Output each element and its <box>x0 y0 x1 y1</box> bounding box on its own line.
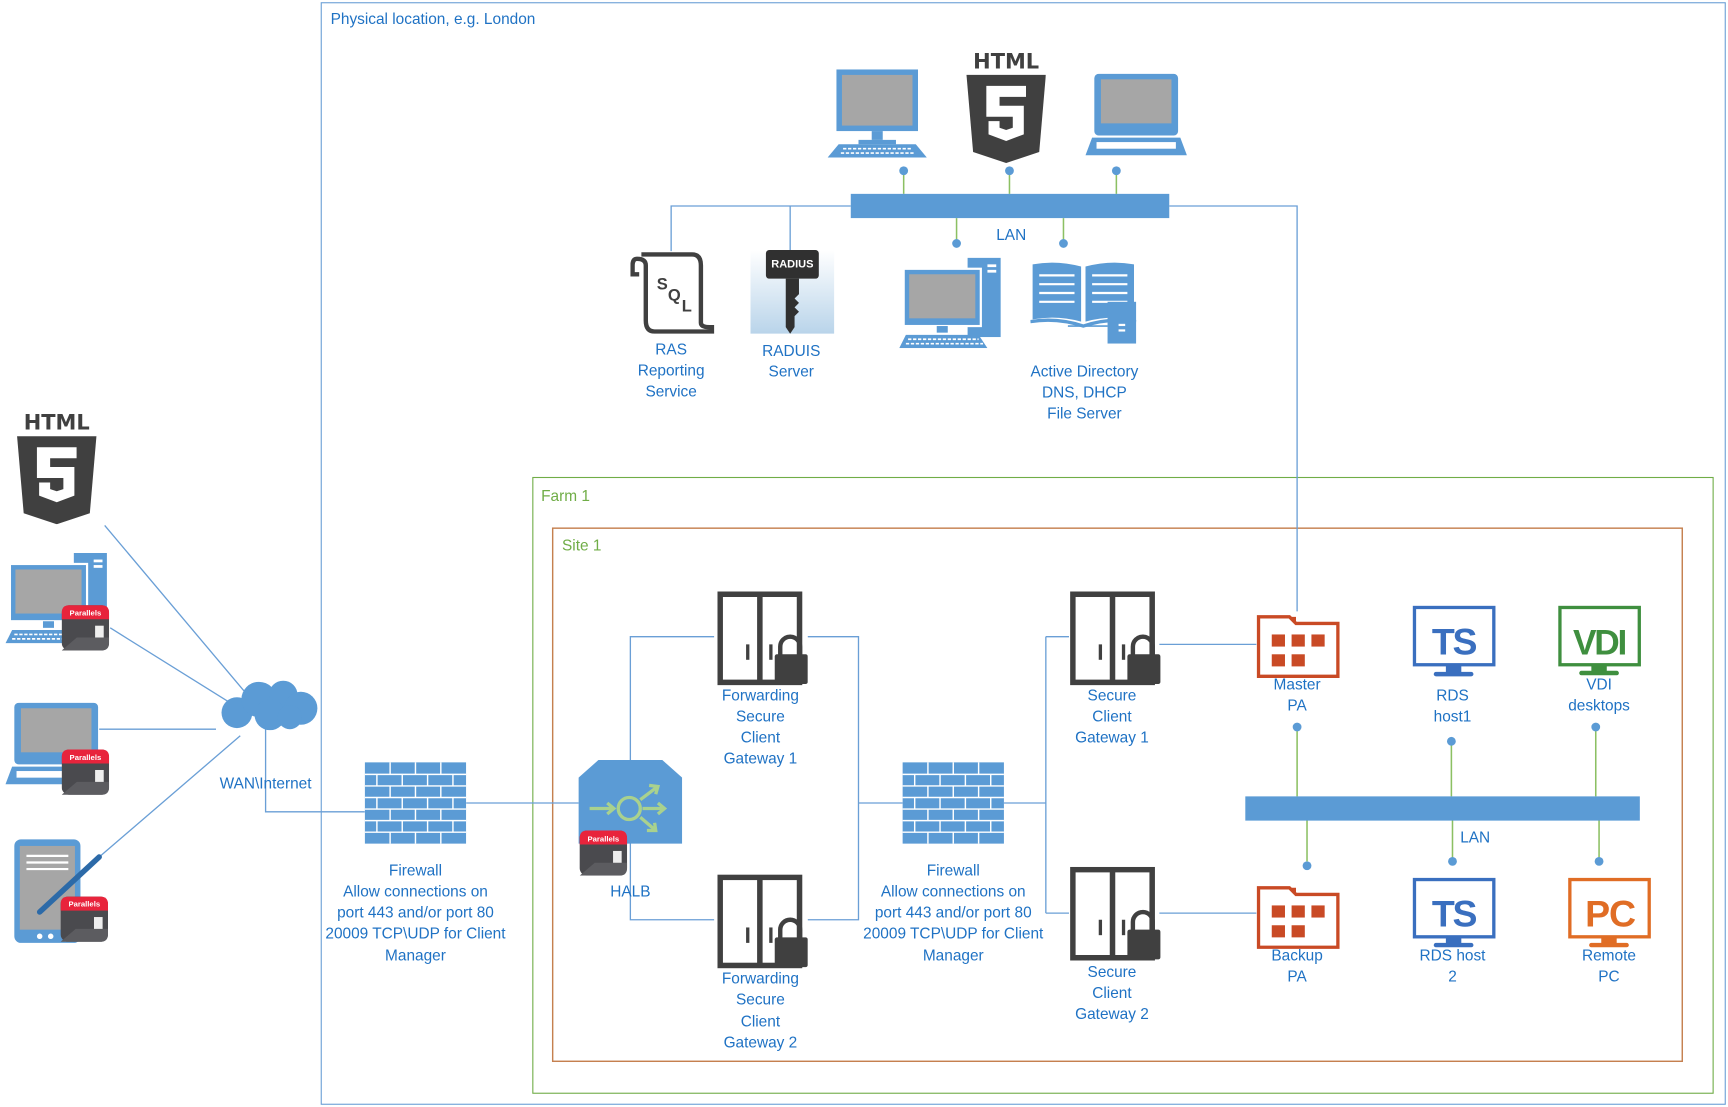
scg-1-label-line: Secure <box>1088 688 1137 705</box>
firewall-2-label-line: Allow connections on <box>881 884 1026 901</box>
ras-label-line: Reporting <box>638 363 705 380</box>
gateway-lock-icon <box>720 877 808 967</box>
firewall-icon <box>364 762 467 844</box>
site-label: Site 1 <box>562 538 601 555</box>
physical-location-label: Physical location, e.g. London <box>331 11 536 28</box>
scg-1-label-line: Client <box>1092 708 1132 725</box>
remote-pc-label-line: Remote <box>1582 948 1636 965</box>
rds-host-1-label-line: host1 <box>1434 708 1472 725</box>
scg-2-label-line: Client <box>1092 985 1132 1002</box>
fscg-1-label-line: Gateway 1 <box>724 750 798 767</box>
fscg-1-label-line: Forwarding <box>722 688 799 705</box>
rds-host-1-label-line: RDS <box>1436 688 1469 705</box>
desktop-tower-icon <box>899 257 1002 349</box>
parallels-badge-text: Parallels <box>68 900 100 909</box>
ts-badge: TS <box>1432 892 1477 934</box>
firewall-2-label-line: Manager <box>923 948 984 965</box>
rds-host-2-label-line: RDS host <box>1420 948 1487 965</box>
firewall-2-label-line: Firewall <box>927 863 980 880</box>
pc-monitor-icon: PC <box>1568 877 1651 948</box>
gateway-lock-icon <box>1073 869 1161 959</box>
firewall-icon <box>902 762 1004 844</box>
radius-label-line: RADUIS <box>762 343 820 360</box>
html5-icon <box>966 74 1046 164</box>
publishing-agent-folder-icon <box>1256 886 1340 949</box>
fscg-1-label-line: Secure <box>736 708 785 725</box>
desktop-monitor-icon <box>827 69 927 159</box>
farm-label: Farm 1 <box>541 488 590 505</box>
fscg-1-label-line: Client <box>741 729 781 746</box>
network-diagram: Physical location, e.g. London Farm 1 Si… <box>5 2 1726 1105</box>
fscg-2-label-line: Client <box>741 1014 781 1031</box>
scg-2-label-line: Secure <box>1088 964 1137 981</box>
laptop-icon <box>1085 73 1187 156</box>
firewall-2-label-line: port 443 and/or port 80 <box>875 905 1032 922</box>
lan-site-label: LAN <box>1460 830 1490 847</box>
vdi-label-line: desktops <box>1568 697 1630 714</box>
gateway-lock-icon <box>1073 594 1161 684</box>
radius-label-line: Server <box>769 364 814 381</box>
html5-client-icon <box>17 436 97 525</box>
pc-badge: PC <box>1585 892 1636 934</box>
ts-monitor-icon: TS <box>1412 605 1496 677</box>
parallels-badge-text: Parallels <box>70 609 102 618</box>
html5-client-badge-text: HTML <box>24 411 90 435</box>
scg-1-label-line: Gateway 1 <box>1075 729 1149 746</box>
gateway-lock-icon <box>720 594 808 684</box>
ad-label-line: File Server <box>1047 406 1122 423</box>
parallels-badge-text: Parallels <box>70 753 102 762</box>
firewall-1-label-line: Firewall <box>389 863 442 880</box>
halb-label: HALB <box>610 884 650 901</box>
vdi-monitor-icon: VDI <box>1558 605 1641 676</box>
ad-label-line: Active Directory <box>1030 364 1138 381</box>
lan-top-label: LAN <box>996 227 1026 244</box>
rds-host-2-label-line: 2 <box>1448 968 1457 985</box>
html5-badge-text: HTML <box>973 49 1039 73</box>
firewall-1-label-line: 20009 TCP\UDP for Client <box>325 925 506 942</box>
vdi-badge: VDI <box>1573 623 1626 662</box>
lan-bar-site <box>1245 796 1640 821</box>
wan-label: WAN\Internet <box>220 776 313 793</box>
radius-badge-text: RADIUS <box>771 259 813 271</box>
firewall-2-label-line: 20009 TCP\UDP for Client <box>863 925 1044 942</box>
firewall-1-label-line: Manager <box>385 948 446 965</box>
fscg-2-label-line: Forwarding <box>722 971 799 988</box>
fscg-2-label-line: Secure <box>736 992 785 1009</box>
ts-badge: TS <box>1432 620 1477 662</box>
ad-label-line: DNS, DHCP <box>1042 385 1127 402</box>
scg-2-label-line: Gateway 2 <box>1075 1006 1149 1023</box>
ts-monitor-icon: TS <box>1412 877 1496 948</box>
fscg-2-label-line: Gateway 2 <box>724 1035 798 1052</box>
backup-pa-label-line: PA <box>1287 968 1307 985</box>
backup-pa-label-line: Backup <box>1271 948 1322 965</box>
firewall-1-label-line: port 443 and/or port 80 <box>337 905 494 922</box>
parallels-badge-text: Parallels <box>588 835 620 844</box>
vdi-label-line: VDI <box>1586 677 1612 694</box>
remote-pc-label-line: PC <box>1598 968 1619 985</box>
lan-bar-top <box>850 193 1170 219</box>
firewall-1-label-line: Allow connections on <box>343 884 488 901</box>
master-pa-label-line: Master <box>1274 677 1321 694</box>
master-pa-label-line: PA <box>1287 697 1307 714</box>
ras-label-line: RAS <box>655 342 687 359</box>
publishing-agent-folder-icon <box>1256 615 1340 678</box>
ras-label-line: Service <box>645 384 696 401</box>
directory-book-icon <box>1030 260 1137 344</box>
cloud-icon <box>221 680 318 731</box>
